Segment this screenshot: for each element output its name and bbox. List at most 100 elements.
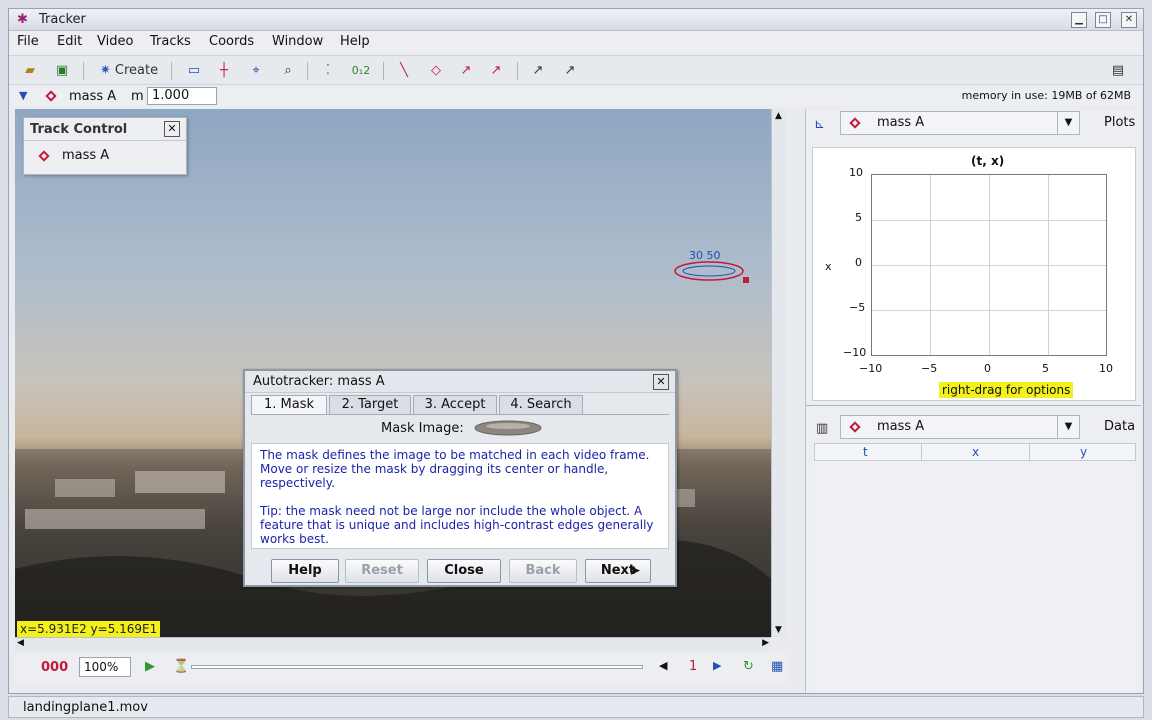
plot-axes-icon[interactable]: ⊾ xyxy=(814,117,825,132)
play-icon[interactable]: ▶ xyxy=(145,659,155,674)
scroll-up-icon[interactable]: ▲ xyxy=(775,111,782,121)
step-back-icon[interactable]: ◀ xyxy=(659,659,667,672)
close-button[interactable]: Close xyxy=(427,559,501,583)
close-icon[interactable]: ✕ xyxy=(653,374,669,390)
table-icon[interactable]: ▥ xyxy=(816,421,828,436)
next-button[interactable]: Next xyxy=(585,559,651,583)
scroll-right-icon[interactable]: ▶ xyxy=(762,638,769,648)
table-track-select[interactable]: mass A ▼ xyxy=(840,415,1080,439)
playback-slider[interactable] xyxy=(191,665,643,669)
labels-icon[interactable]: 0₁2 xyxy=(349,62,373,80)
track-control-item[interactable]: mass A xyxy=(62,148,109,163)
path-icon[interactable]: ╲ xyxy=(393,62,415,80)
track-name[interactable]: mass A xyxy=(69,89,116,104)
tab-accept[interactable]: 3. Accept xyxy=(413,395,497,414)
save-icon[interactable]: ▣ xyxy=(51,62,73,80)
column-header-y[interactable]: y xyxy=(1080,445,1087,459)
track-control-title: Track Control xyxy=(30,122,128,137)
column-header-x[interactable]: x xyxy=(972,445,979,459)
scroll-down-icon[interactable]: ▼ xyxy=(775,625,782,635)
plot-area[interactable]: (t, x) x 10 5 0 −5 −10 −10 −5 0 5 10 rig… xyxy=(812,147,1136,401)
step-forward-icon[interactable]: ▶ xyxy=(713,659,721,672)
track-control-panel: Track Control ✕ mass A xyxy=(23,117,187,175)
tip-paragraph: Tip: the mask need not be large nor incl… xyxy=(260,504,654,546)
plot-title: (t, x) xyxy=(971,154,1005,168)
axes-icon[interactable]: ┼ xyxy=(213,62,235,80)
open-folder-icon[interactable]: ▰ xyxy=(19,62,41,80)
tracker-window: ✱ Tracker ▁ □ ✕ File Edit Video Tracks C… xyxy=(8,8,1144,694)
title-bar: ✱ Tracker ▁ □ ✕ xyxy=(9,9,1143,31)
menu-coords[interactable]: Coords xyxy=(209,34,254,49)
menu-file[interactable]: File xyxy=(17,34,39,49)
player-bar: 000 100% ▶ ⏳ ◀ 1 ▶ ↻ ▦ xyxy=(15,653,787,683)
help-button[interactable]: Help xyxy=(271,559,339,583)
instructions-paragraph: The mask defines the image to be matched… xyxy=(260,448,650,490)
y-tick: 10 xyxy=(849,166,863,179)
mass-point-icon xyxy=(849,117,861,129)
tab-search[interactable]: 4. Search xyxy=(499,395,583,414)
video-vertical-scrollbar[interactable]: ▲ ▼ xyxy=(771,109,787,637)
plot-track-name: mass A xyxy=(877,115,925,130)
notes-icon[interactable]: ▤ xyxy=(1107,62,1129,80)
acceleration-icon[interactable]: ↗ xyxy=(485,62,507,80)
menu-window[interactable]: Window xyxy=(272,34,323,49)
vector-sum-icon[interactable]: ↗ xyxy=(527,62,549,80)
menu-help[interactable]: Help xyxy=(340,34,370,49)
zoom-icon[interactable]: ⌕ xyxy=(277,62,299,80)
menu-bar: File Edit Video Tracks Coords Window Hel… xyxy=(9,31,1143,53)
chevron-down-icon[interactable]: ▼ xyxy=(1057,416,1079,438)
trail-icon[interactable]: ⁚ xyxy=(317,62,339,80)
mass-point-icon xyxy=(38,150,50,162)
plots-button[interactable]: Plots xyxy=(1104,115,1135,130)
mass-field[interactable]: 1.000 xyxy=(147,87,217,105)
create-label: Create xyxy=(114,63,159,78)
back-button[interactable]: Back xyxy=(509,559,577,583)
tracker-logo-icon: ✱ xyxy=(17,12,28,27)
table-track-name: mass A xyxy=(877,419,925,434)
table-body xyxy=(814,461,1136,691)
mass-point-icon xyxy=(45,90,57,102)
plot-track-select[interactable]: mass A ▼ xyxy=(840,111,1080,135)
menu-tracks[interactable]: Tracks xyxy=(150,34,191,49)
xy-coords-icon[interactable]: ⌖ xyxy=(245,62,267,80)
maximize-icon[interactable]: □ xyxy=(1095,12,1111,28)
menu-edit[interactable]: Edit xyxy=(57,34,82,49)
tab-mask[interactable]: 1. Mask xyxy=(251,395,327,414)
velocity-icon[interactable]: ↗ xyxy=(455,62,477,80)
menu-video[interactable]: Video xyxy=(97,34,133,49)
data-button[interactable]: Data xyxy=(1104,419,1135,434)
window-title: Tracker xyxy=(39,12,86,27)
minimize-icon[interactable]: ▁ xyxy=(1071,12,1087,28)
create-star-icon: ✷ xyxy=(99,63,111,78)
mask-image-label: Mask Image: xyxy=(381,421,464,436)
create-button[interactable]: ✷ Create xyxy=(93,62,165,80)
momentum-icon[interactable]: ↗ xyxy=(559,62,581,80)
step-size[interactable]: 1 xyxy=(689,659,697,674)
marker-label: 30 50 xyxy=(689,249,721,262)
clip-settings-icon[interactable]: ▦ xyxy=(771,659,783,674)
mask-image-preview xyxy=(474,420,542,436)
points-icon[interactable]: ◇ xyxy=(425,62,447,80)
y-tick: 5 xyxy=(855,211,862,224)
zoom-field[interactable]: 100% xyxy=(79,657,131,677)
scroll-left-icon[interactable]: ◀ xyxy=(17,638,24,648)
chevron-down-icon[interactable]: ▼ xyxy=(1057,112,1079,134)
close-icon[interactable]: ✕ xyxy=(1121,12,1137,28)
video-horizontal-scrollbar[interactable]: ◀ ▶ xyxy=(15,637,771,651)
column-header-t[interactable]: t xyxy=(863,445,868,459)
loop-icon[interactable]: ↻ xyxy=(743,659,754,674)
memory-status: memory in use: 19MB of 62MB xyxy=(961,89,1131,102)
autotracker-dialog: Autotracker: mass A ✕ 1. Mask 2. Target … xyxy=(243,369,677,587)
cursor-coords: x=5.931E2 y=5.169E1 xyxy=(17,621,161,637)
mass-point-icon xyxy=(849,421,861,433)
close-icon[interactable]: ✕ xyxy=(164,121,180,137)
mouse-cursor-icon: ➤ xyxy=(629,563,641,579)
x-tick: 0 xyxy=(984,362,991,375)
calibration-tape-icon[interactable]: ▭ xyxy=(183,62,205,80)
tab-target[interactable]: 2. Target xyxy=(329,395,411,414)
playhead-icon[interactable]: ⏳ xyxy=(173,659,189,674)
track-menu-icon[interactable]: ▼ xyxy=(19,89,27,102)
y-tick: 0 xyxy=(855,256,862,269)
side-panel: ⊾ mass A ▼ Plots (t, x) x 10 5 0 −5 −10 … xyxy=(805,109,1141,693)
reset-button[interactable]: Reset xyxy=(345,559,419,583)
